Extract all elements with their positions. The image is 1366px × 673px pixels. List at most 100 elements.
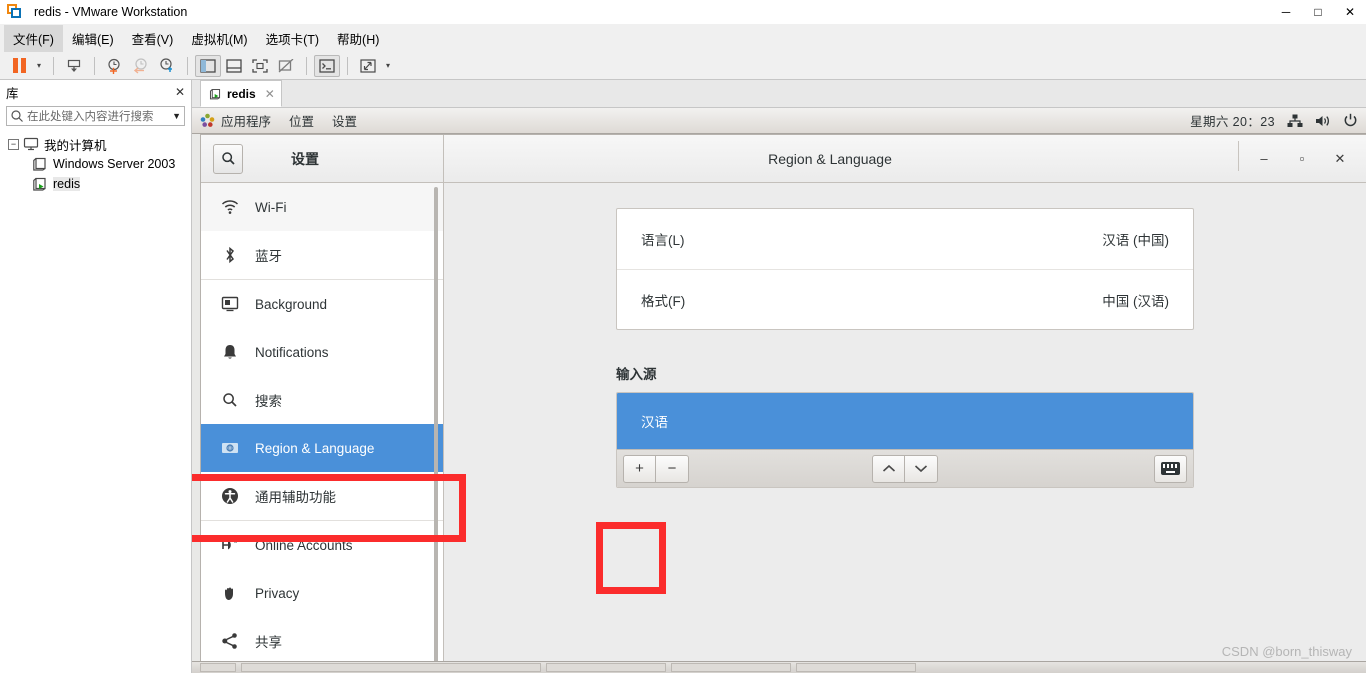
library-search-box[interactable]: 在此处键入内容进行搜索 ▼ xyxy=(6,106,185,126)
power-icon[interactable] xyxy=(1343,113,1358,128)
sidebar-item-label: 通用辅助功能 xyxy=(255,490,336,505)
guest-screen: 应用程序 位置 设置 星期六 20：23 设置 Region & Languag… xyxy=(192,108,1366,673)
menu-vm[interactable]: 虚拟机(M) xyxy=(182,25,256,52)
sidebar-scrollbar[interactable] xyxy=(434,187,438,663)
close-button[interactable]: ✕ xyxy=(1334,0,1366,24)
region-language-icon xyxy=(221,439,239,457)
settings-maximize-button[interactable]: ▫ xyxy=(1294,151,1310,166)
window-controls: ─ □ ✕ xyxy=(1270,0,1366,24)
vm-icon xyxy=(32,157,48,171)
sidebar-item-label: Background xyxy=(255,296,328,312)
window-title: redis - VMware Workstation xyxy=(34,5,188,19)
sidebar-item-online-accounts[interactable]: s Online Accounts xyxy=(201,521,443,569)
gnome-menu-label: 应用程序 xyxy=(221,115,272,129)
add-input-source-button[interactable]: + xyxy=(623,454,656,483)
taskbar-button[interactable] xyxy=(671,663,791,672)
row-formats[interactable]: 格式(F) 中国 (汉语) xyxy=(617,269,1193,329)
toolbar-separator xyxy=(53,56,54,75)
tree-collapse-toggle[interactable]: − xyxy=(8,138,19,150)
sidebar-item-notifications[interactable]: Notifications xyxy=(201,328,443,376)
sidebar-item-bluetooth[interactable]: 蓝牙 xyxy=(201,231,443,279)
language-format-card: 语言(L) 汉语 (中国) 格式(F) 中国 (汉语) xyxy=(616,208,1194,330)
settings-minimize-button[interactable]: – xyxy=(1256,151,1272,166)
input-source-item-chinese[interactable]: 汉语 xyxy=(617,393,1193,449)
vm-tab-redis[interactable]: redis ✕ xyxy=(200,80,282,107)
move-down-button[interactable] xyxy=(905,454,938,483)
revert-snapshot-icon[interactable] xyxy=(128,55,154,77)
applications-icon xyxy=(200,113,215,128)
menu-file[interactable]: 文件(F) xyxy=(4,24,63,52)
input-source-label: 汉语 xyxy=(641,415,668,430)
taskbar-button[interactable] xyxy=(546,663,666,672)
sidebar-item-universal-access[interactable]: 通用辅助功能 xyxy=(201,472,443,520)
row-value: 中国 (汉语) xyxy=(1102,293,1169,309)
row-label: 格式(F) xyxy=(641,293,686,309)
bell-icon xyxy=(221,343,239,361)
close-icon[interactable]: ✕ xyxy=(265,87,275,101)
row-label: 语言(L) xyxy=(641,233,685,248)
move-up-button[interactable] xyxy=(872,454,905,483)
tree-item-windows-server-2003[interactable]: Windows Server 2003 xyxy=(0,154,191,174)
menu-tabs[interactable]: 选项卡(T) xyxy=(257,25,328,52)
sidebar-item-search[interactable]: 搜索 xyxy=(201,376,443,424)
keyboard-layout-button[interactable] xyxy=(1154,454,1187,483)
maximize-button[interactable]: □ xyxy=(1302,0,1334,24)
tree-item-redis[interactable]: redis xyxy=(0,174,191,194)
network-icon[interactable] xyxy=(1287,114,1303,128)
gnome-menu-applications[interactable]: 应用程序 xyxy=(200,111,271,130)
window-titlebar: redis - VMware Workstation ─ □ ✕ xyxy=(0,0,1366,24)
taskbar-window-button[interactable] xyxy=(241,663,541,672)
power-snapshot-icon[interactable] xyxy=(61,55,87,77)
console-icon[interactable] xyxy=(314,54,340,77)
suspend-icon[interactable] xyxy=(6,55,32,77)
gnome-menu-places[interactable]: 位置 xyxy=(289,111,314,130)
watermark: CSDN @born_thisway xyxy=(1221,644,1352,659)
show-library-icon[interactable] xyxy=(195,54,221,77)
taskbar-button[interactable] xyxy=(200,663,236,672)
workspace: 库 ✕ 在此处键入内容进行搜索 ▼ − 我的计算机 Windows Server… xyxy=(0,80,1366,673)
sidebar-item-wifi[interactable]: Wi-Fi xyxy=(201,183,443,231)
library-close-icon[interactable]: ✕ xyxy=(175,85,185,99)
sidebar-item-label: 搜索 xyxy=(255,394,282,409)
chevron-down-icon[interactable]: ▼ xyxy=(170,111,181,121)
take-snapshot-icon[interactable] xyxy=(102,55,128,77)
toolbar-separator xyxy=(187,56,188,75)
sidebar-item-background[interactable]: Background xyxy=(201,280,443,328)
unity-mode-icon[interactable] xyxy=(273,55,299,77)
vm-tab-strip: redis ✕ xyxy=(192,80,1366,108)
gnome-clock[interactable]: 星期六 20：23 xyxy=(1190,111,1275,130)
vm-display-area: redis ✕ 应用程序 位置 设置 星期六 20：23 设置 Region &… xyxy=(192,80,1366,673)
settings-close-button[interactable]: ✕ xyxy=(1332,151,1348,167)
computer-icon xyxy=(23,137,39,151)
menu-edit[interactable]: 编辑(E) xyxy=(63,25,123,52)
menu-view[interactable]: 查看(V) xyxy=(123,25,183,52)
keyboard-icon xyxy=(1161,462,1180,475)
stretch-dropdown-caret-icon[interactable]: ▾ xyxy=(381,61,395,70)
wifi-icon xyxy=(221,198,239,216)
settings-search-button[interactable] xyxy=(213,143,243,174)
suspend-dropdown-caret-icon[interactable]: ▾ xyxy=(32,61,46,70)
volume-icon[interactable] xyxy=(1315,114,1331,128)
row-language[interactable]: 语言(L) 汉语 (中国) xyxy=(617,209,1193,269)
search-icon xyxy=(221,391,239,409)
stretch-icon[interactable] xyxy=(355,55,381,77)
library-search-input[interactable]: 在此处键入内容进行搜索 xyxy=(27,108,170,124)
sidebar-item-sharing[interactable]: 共享 xyxy=(201,617,443,665)
sidebar-item-region-language[interactable]: Region & Language xyxy=(201,424,443,472)
fullscreen-icon[interactable] xyxy=(247,55,273,77)
show-thumbnail-bar-icon[interactable] xyxy=(221,55,247,77)
taskbar-button[interactable] xyxy=(796,663,916,672)
svg-text:s: s xyxy=(234,539,237,545)
settings-window: 设置 Region & Language – ▫ ✕ Wi-Fi 蓝牙 Back… xyxy=(200,134,1366,673)
vmware-toolbar: ▾ ▾ xyxy=(0,52,1366,80)
bluetooth-icon xyxy=(221,246,239,264)
vmware-logo-icon xyxy=(6,3,24,21)
minimize-button[interactable]: ─ xyxy=(1270,0,1302,24)
gnome-menu-system[interactable]: 设置 xyxy=(332,111,357,130)
remove-input-source-button[interactable]: − xyxy=(656,454,689,483)
menu-help[interactable]: 帮助(H) xyxy=(328,25,388,52)
snapshot-manager-icon[interactable] xyxy=(154,55,180,77)
toolbar-separator xyxy=(94,56,95,75)
sidebar-item-privacy[interactable]: Privacy xyxy=(201,569,443,617)
tree-root-my-computer[interactable]: − 我的计算机 xyxy=(0,134,191,154)
